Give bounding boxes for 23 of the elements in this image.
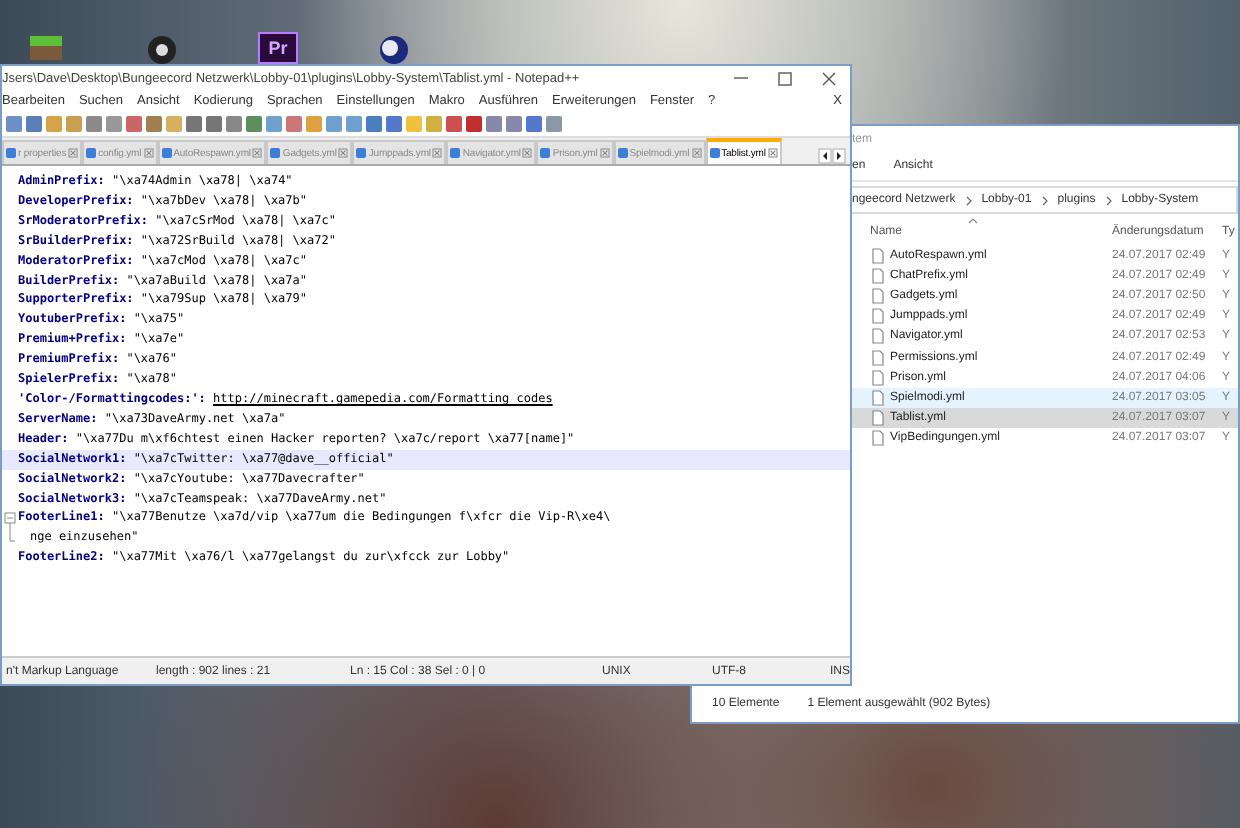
close-icon[interactable] [143, 148, 154, 158]
maximize-icon [777, 71, 791, 85]
close-icon[interactable] [432, 148, 443, 158]
minimize-icon [733, 76, 747, 80]
chevron-icon [1105, 195, 1112, 205]
close-icon[interactable] [522, 148, 533, 158]
close-icon[interactable] [68, 148, 79, 158]
chevron-icon [965, 195, 972, 205]
scroll-left-icon[interactable] [818, 148, 832, 164]
grass-block-icon[interactable] [26, 32, 66, 64]
close-icon [821, 71, 835, 85]
close-icon[interactable] [252, 148, 263, 158]
sort-caret-icon [968, 218, 978, 224]
scroll-right-icon[interactable] [832, 148, 846, 164]
sphere-logo-icon[interactable] [376, 32, 412, 64]
circle-logo-icon[interactable] [144, 32, 180, 64]
close-icon[interactable] [599, 148, 610, 158]
close-icon[interactable] [691, 148, 702, 158]
close-icon[interactable] [767, 148, 778, 158]
app-logo-icon[interactable]: Pr [258, 32, 298, 64]
fold-marker-icon[interactable] [4, 512, 16, 545]
close-icon[interactable] [338, 148, 349, 158]
chevron-icon [1041, 195, 1048, 205]
